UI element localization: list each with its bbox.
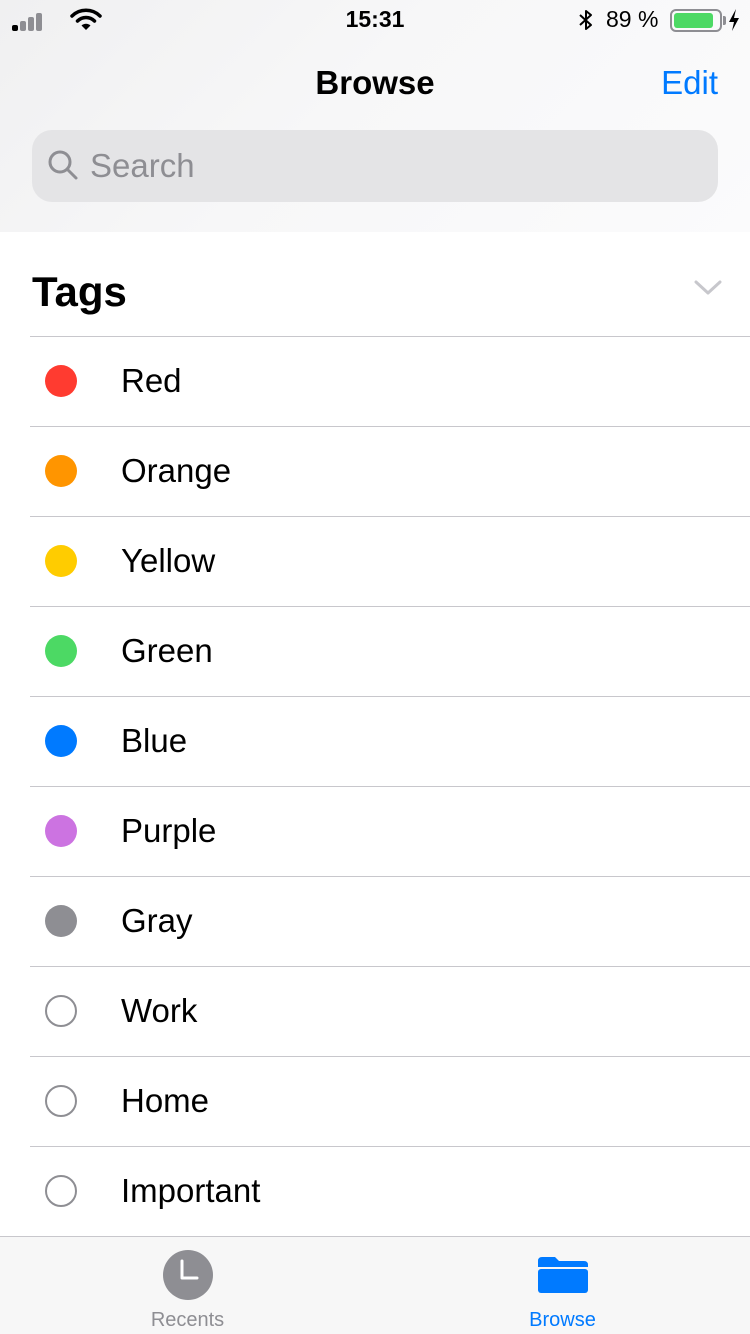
top-area: 15:31 89 % Browse Edit — [0, 0, 750, 232]
tab-recents[interactable]: Recents — [0, 1237, 375, 1334]
tab-label: Browse — [529, 1309, 596, 1331]
red-tag-dot-icon — [45, 365, 77, 397]
tag-label: Work — [121, 992, 198, 1029]
tab-bar: Recents Browse — [0, 1236, 750, 1334]
tag-list: Red Orange Yellow Green Blue Purple Gray… — [0, 336, 750, 1236]
tag-label: Orange — [121, 452, 232, 489]
tag-label: Home — [121, 1082, 210, 1119]
tag-label: Red — [121, 362, 182, 399]
orange-tag-dot-icon — [45, 455, 77, 487]
tab-browse[interactable]: Browse — [375, 1237, 750, 1334]
page-title: Browse — [315, 64, 435, 101]
tag-label: Important — [121, 1172, 261, 1209]
empty-tag-circle-icon — [45, 1085, 77, 1117]
tag-row-work[interactable]: Work — [30, 966, 750, 1056]
tab-label: Recents — [150, 1309, 225, 1331]
tag-label: Yellow — [121, 542, 216, 579]
tag-row-orange[interactable]: Orange — [30, 426, 750, 516]
purple-tag-dot-icon — [45, 815, 77, 847]
tag-row-home[interactable]: Home — [30, 1056, 750, 1146]
tag-label: Gray — [121, 902, 193, 939]
tags-section-header[interactable]: Tags — [0, 232, 750, 336]
section-title: Tags — [32, 268, 127, 315]
search-icon — [48, 150, 78, 180]
battery-tip — [723, 16, 726, 25]
tag-row-important[interactable]: Important — [30, 1146, 750, 1236]
charging-icon — [729, 9, 739, 31]
empty-tag-circle-icon — [45, 1175, 77, 1207]
search-bar[interactable] — [32, 130, 718, 202]
battery-icon — [670, 9, 722, 32]
folder-icon — [538, 1257, 588, 1293]
status-bar: 15:31 89 % — [0, 0, 750, 40]
tag-row-green[interactable]: Green — [30, 606, 750, 696]
tag-row-red[interactable]: Red — [30, 336, 750, 426]
bluetooth-icon — [579, 10, 592, 30]
green-tag-dot-icon — [45, 635, 77, 667]
tag-row-gray[interactable]: Gray — [30, 876, 750, 966]
yellow-tag-dot-icon — [45, 545, 77, 577]
edit-button[interactable]: Edit — [661, 64, 718, 102]
tag-row-blue[interactable]: Blue — [30, 696, 750, 786]
tag-row-purple[interactable]: Purple — [30, 786, 750, 876]
tag-label: Green — [121, 632, 213, 669]
tag-label: Blue — [121, 722, 188, 759]
tag-row-yellow[interactable]: Yellow — [30, 516, 750, 606]
blue-tag-dot-icon — [45, 725, 77, 757]
battery-percent: 89 % — [606, 6, 659, 32]
chevron-down-icon[interactable] — [694, 278, 722, 298]
search-input[interactable] — [90, 130, 690, 202]
clock-icon — [163, 1250, 213, 1300]
tag-label: Purple — [121, 812, 217, 849]
gray-tag-dot-icon — [45, 905, 77, 937]
battery-level-fill — [674, 13, 714, 28]
empty-tag-circle-icon — [45, 995, 77, 1027]
